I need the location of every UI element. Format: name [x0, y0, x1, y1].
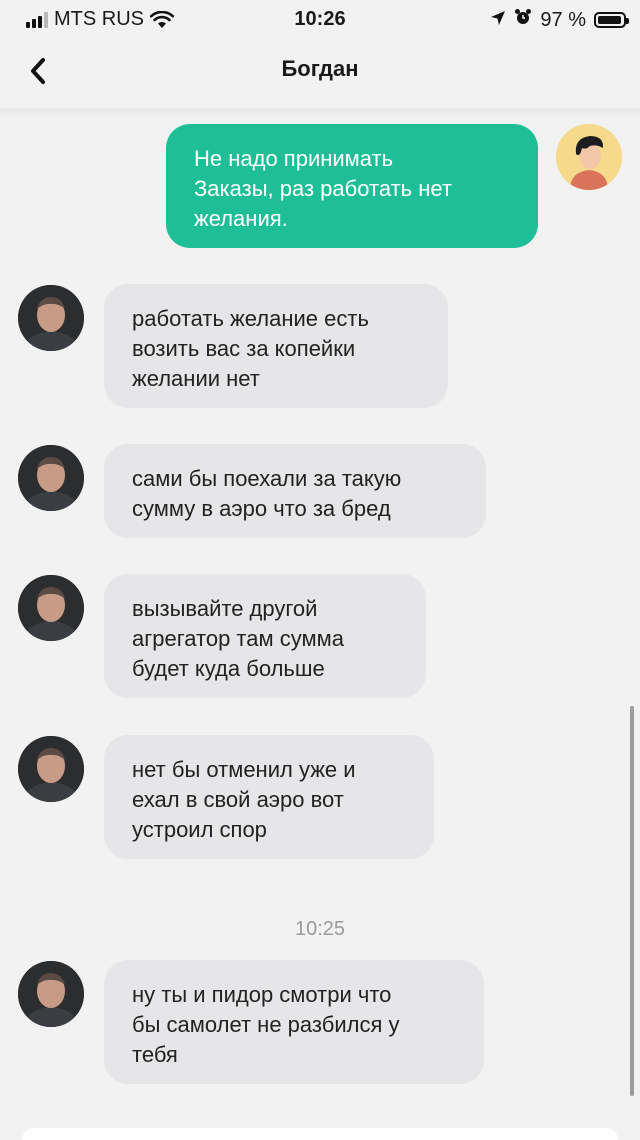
- contact-avatar[interactable]: [18, 736, 84, 802]
- message-bubble-incoming[interactable]: нет бы отменил уже и ехал в свой аэро во…: [104, 735, 434, 859]
- scrollbar[interactable]: [630, 706, 634, 1096]
- message-bubble-incoming[interactable]: ну ты и пидор смотри что бы самолет не р…: [104, 960, 484, 1084]
- contact-photo: [18, 445, 84, 511]
- message-line: устроил спор: [132, 817, 267, 842]
- input-panel-edge: [22, 1128, 618, 1140]
- message-line: агрегатор там сумма: [132, 626, 344, 651]
- message-bubble-incoming[interactable]: работать желание есть возить вас за копе…: [104, 284, 448, 408]
- message-line: работать желание есть: [132, 306, 369, 331]
- contact-avatar[interactable]: [18, 285, 84, 351]
- contact-photo: [18, 575, 84, 641]
- message-line: ехал в свой аэро вот: [132, 787, 344, 812]
- chat-header: Богдан: [0, 40, 640, 108]
- message-line: сами бы поехали за такую: [132, 466, 402, 491]
- message-line: возить вас за копейки: [132, 336, 356, 361]
- message-bubble-incoming[interactable]: вызывайте другой агрегатор там сумма буд…: [104, 574, 426, 698]
- location-arrow-icon: [490, 9, 506, 32]
- message-line: Заказы, раз работать нет: [194, 176, 452, 201]
- battery-icon: [594, 12, 629, 28]
- user-avatar-icon: [556, 124, 622, 190]
- header-divider: [0, 108, 640, 118]
- message-line: Не надо принимать: [194, 146, 394, 171]
- message-timestamp: 10:25: [294, 918, 346, 940]
- message-line: нет бы отменил уже и: [132, 757, 356, 782]
- battery-percent: 97 %: [540, 8, 586, 31]
- message-bubble-outgoing[interactable]: Не надо принимать Заказы, раз работать н…: [166, 124, 538, 248]
- message-line: будет куда больше: [132, 656, 325, 681]
- status-bar: MTS RUS 10:26 97 %: [0, 0, 640, 40]
- contact-avatar[interactable]: [18, 575, 84, 641]
- message-line: тебя: [132, 1042, 178, 1067]
- message-line: желания.: [194, 206, 288, 231]
- contact-photo: [18, 961, 84, 1027]
- contact-photo: [18, 285, 84, 351]
- contact-photo: [18, 736, 84, 802]
- my-avatar[interactable]: [556, 124, 622, 190]
- contact-avatar[interactable]: [18, 961, 84, 1027]
- alarm-icon: [514, 8, 532, 32]
- contact-name: Богдан: [281, 56, 359, 81]
- message-line: ну ты и пидор смотри что: [132, 982, 392, 1007]
- message-line: бы самолет не разбился у: [132, 1012, 400, 1037]
- message-line: желании нет: [132, 366, 260, 391]
- message-line: сумму в аэро что за бред: [132, 496, 391, 521]
- message-line: вызывайте другой: [132, 596, 318, 621]
- contact-avatar[interactable]: [18, 445, 84, 511]
- message-bubble-incoming[interactable]: сами бы поехали за такую сумму в аэро чт…: [104, 444, 486, 538]
- status-right: 97 %: [490, 8, 629, 32]
